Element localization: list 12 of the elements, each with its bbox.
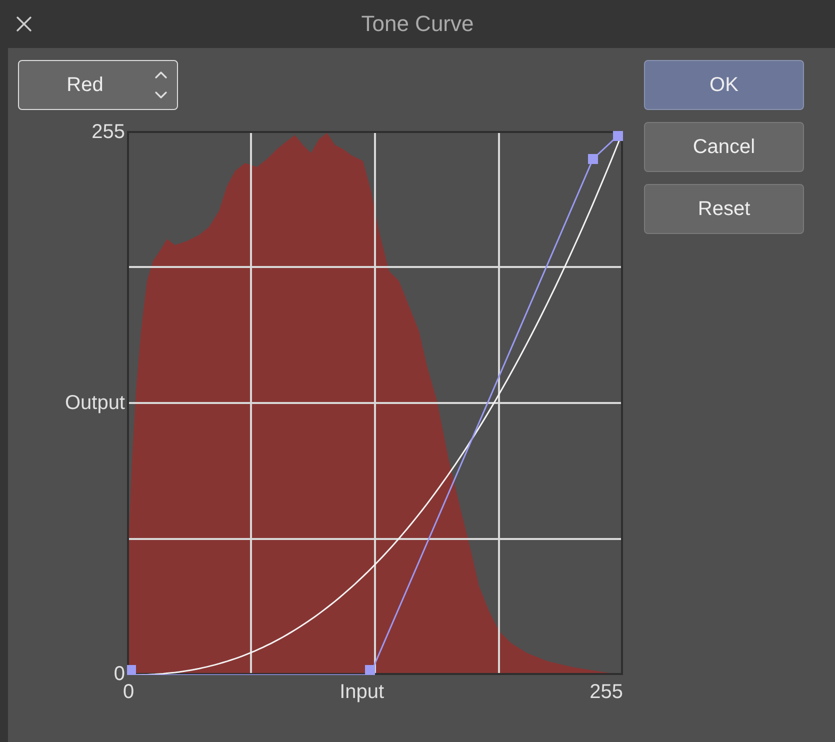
axis-label: 255	[92, 121, 125, 143]
axis-label: 0	[123, 681, 134, 703]
channel-select[interactable]: Red	[18, 60, 178, 110]
tone-curve-drawing[interactable]	[127, 131, 623, 675]
dialog-button[interactable]: Reset	[644, 184, 804, 234]
ok-button[interactable]: OK	[644, 60, 804, 110]
dialog-button[interactable]: Cancel	[644, 122, 804, 172]
axis-label: 0	[114, 663, 125, 685]
window-title: Tone Curve	[361, 11, 474, 37]
axis-label: 255	[590, 681, 623, 703]
axis-label: Output	[64, 392, 125, 414]
axis-label: Input	[340, 681, 384, 703]
